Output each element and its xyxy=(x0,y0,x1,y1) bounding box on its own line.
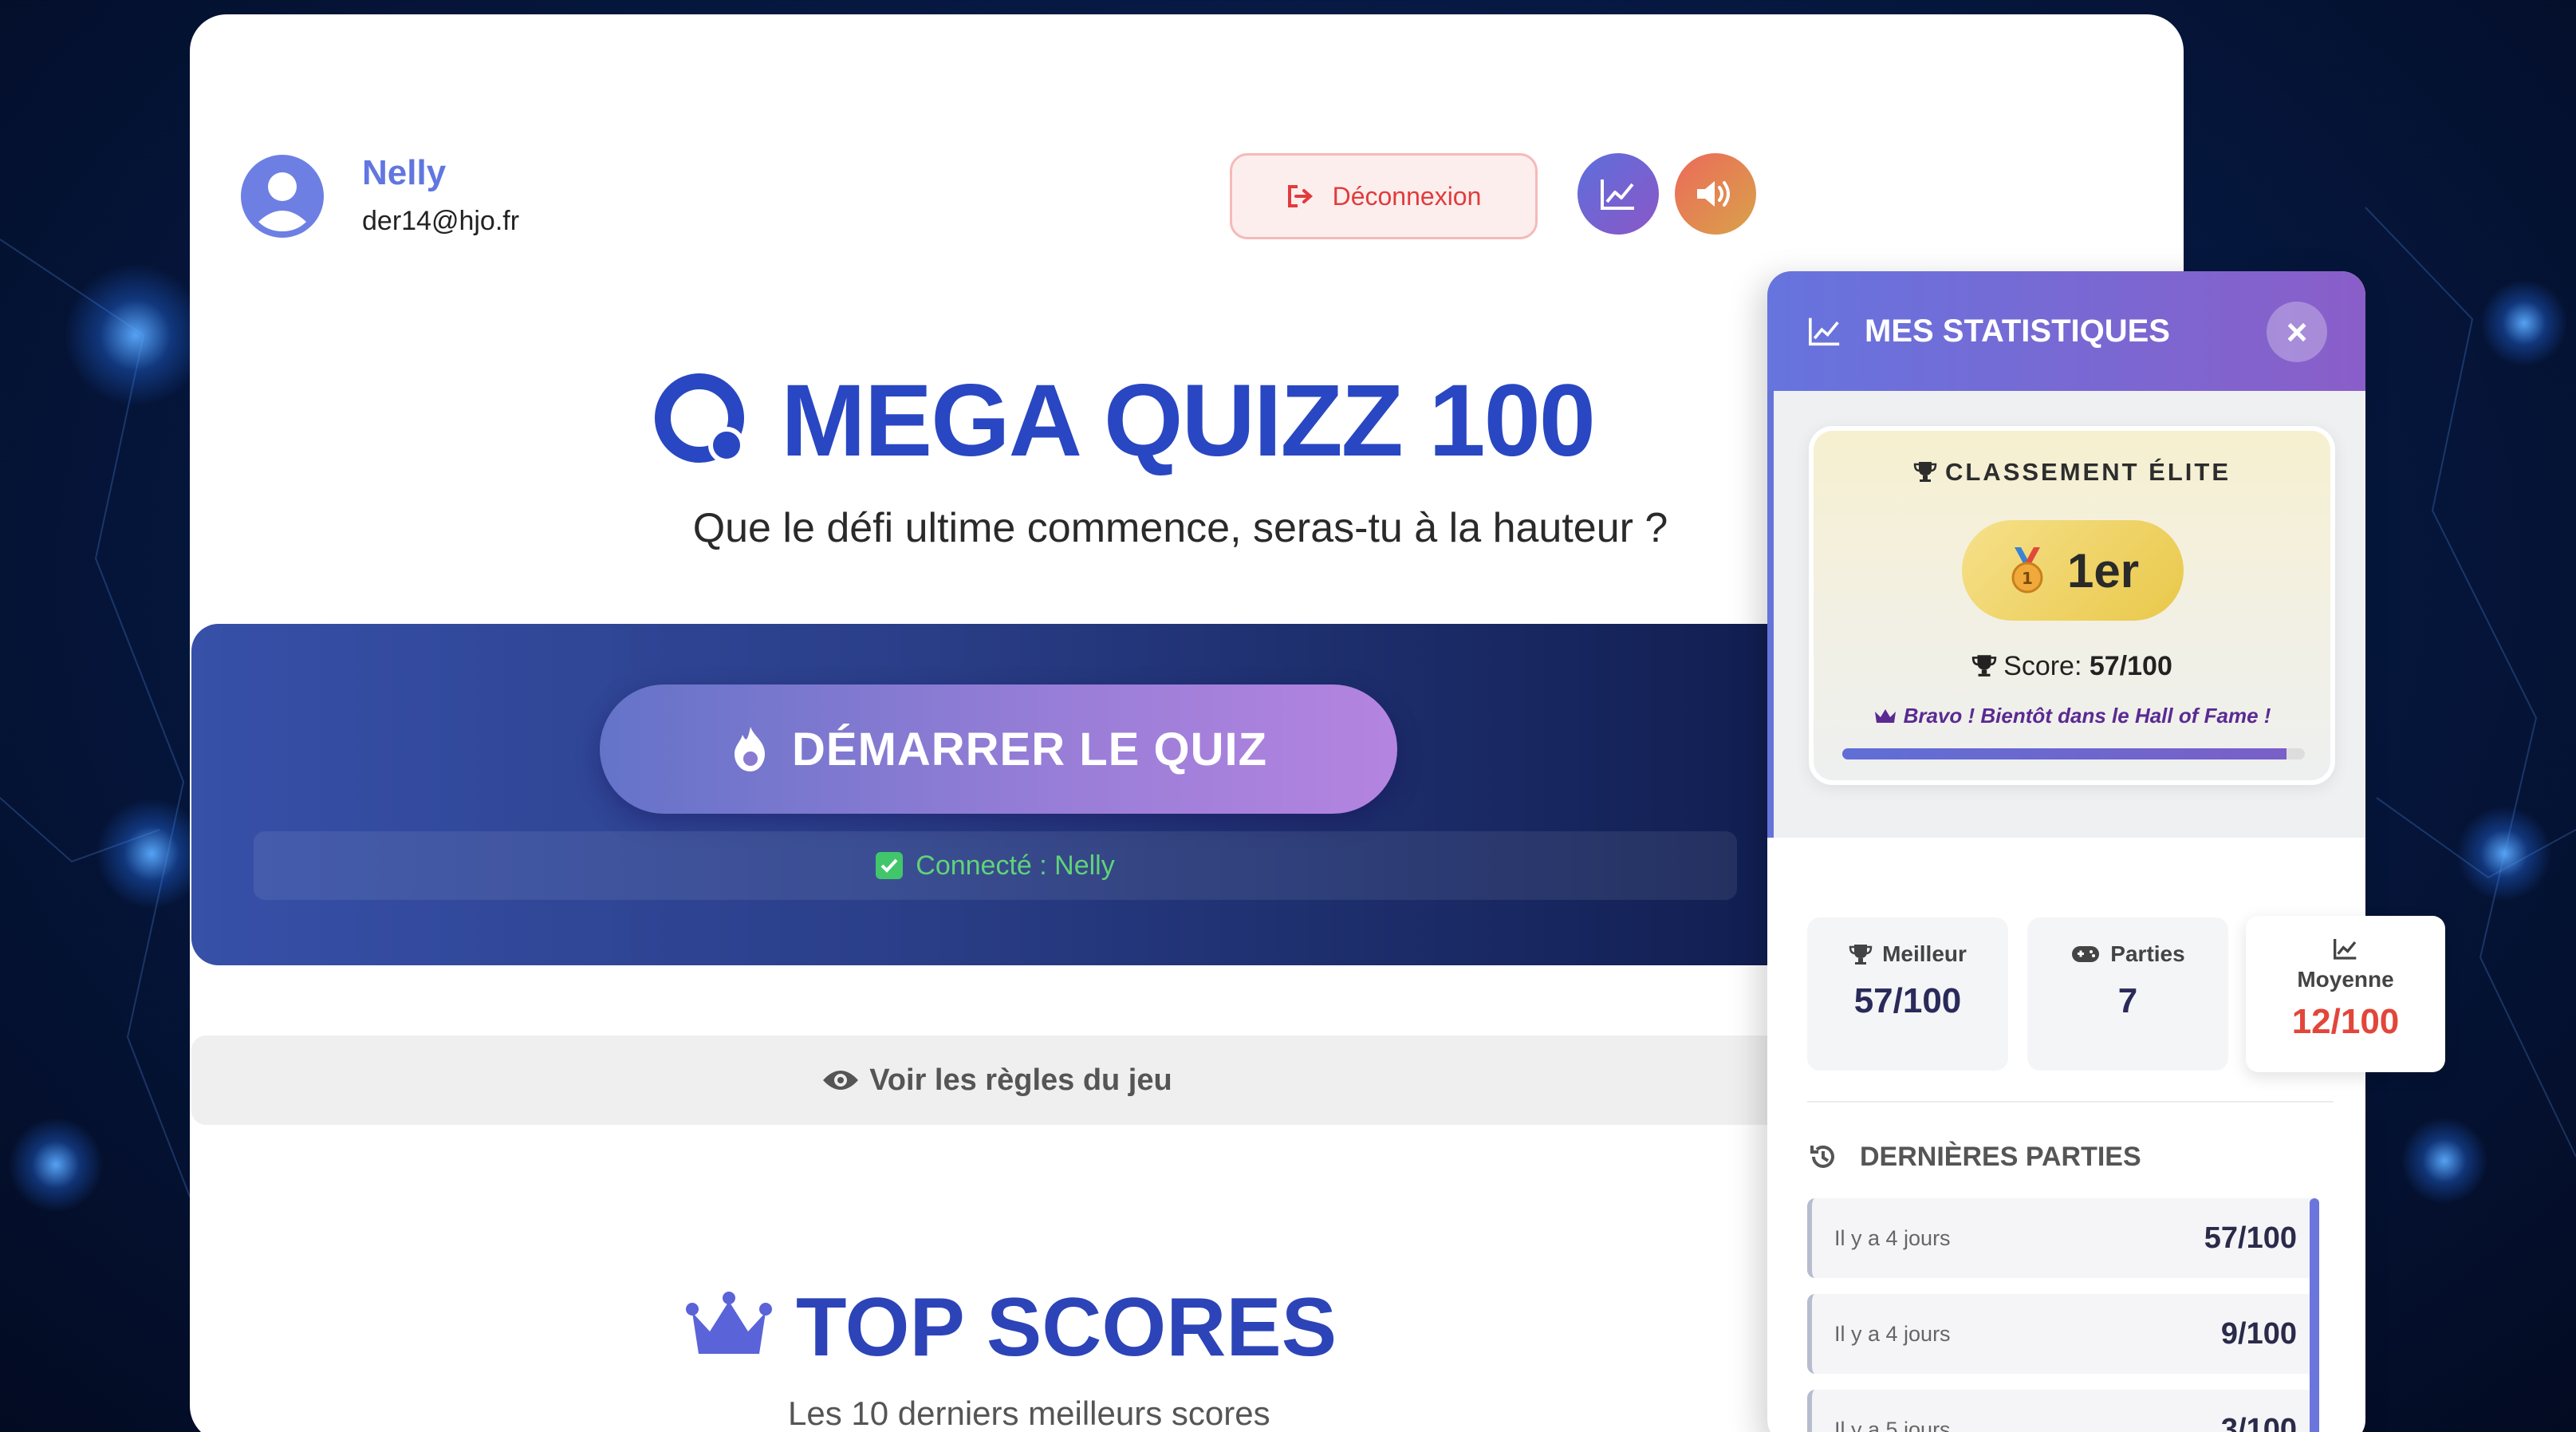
stat-best: Meilleur 57/100 xyxy=(1807,917,2008,1071)
elite-label-row: CLASSEMENT ÉLITE xyxy=(1814,458,2330,487)
rank-value: 1er xyxy=(2066,543,2140,598)
elite-score-prefix: Score: xyxy=(2003,651,2082,681)
stat-best-label-row: Meilleur xyxy=(1807,941,2008,967)
stats-panel: MES STATISTIQUES × CLASSEMENT ÉLITE 1 1e… xyxy=(1767,271,2445,1432)
trophy-icon xyxy=(1849,945,1873,965)
stat-games-label-row: Parties xyxy=(2027,941,2228,967)
page-subtitle: Que le défi ultime commence, seras-tu à … xyxy=(692,505,1668,551)
stat-games-value: 7 xyxy=(2117,981,2138,1020)
stat-average-label-row: Moyenne xyxy=(2246,937,2445,992)
recent-game-date: Il y a 4 jours xyxy=(1834,1225,1951,1250)
recent-game-score: 3/100 xyxy=(2220,1412,2297,1432)
rules-label: Voir les règles du jeu xyxy=(869,1063,1172,1097)
crown-icon xyxy=(686,1292,772,1354)
list-item: Il y a 5 jours 3/100 xyxy=(1807,1390,2318,1432)
logout-button[interactable]: Déconnexion xyxy=(1230,153,1538,239)
logout-label: Déconnexion xyxy=(1332,181,1482,211)
elite-card: CLASSEMENT ÉLITE 1 1er Score: 57/100 Bra… xyxy=(1809,426,2335,785)
chart-line-icon xyxy=(1601,179,1634,210)
recent-games-title: DERNIÈRES PARTIES xyxy=(1860,1141,2141,1172)
eye-icon xyxy=(823,1071,859,1090)
list-item: Il y a 4 jours 57/100 xyxy=(1807,1198,2318,1278)
stats-panel-title: MES STATISTIQUES xyxy=(1865,313,2170,349)
connection-status-text: Connecté : Nelly xyxy=(916,850,1115,881)
rank-badge: 1 1er xyxy=(1962,520,2184,621)
trophy-icon xyxy=(1913,462,1937,482)
history-icon xyxy=(1810,1145,1834,1168)
elite-score: Score: 57/100 xyxy=(1814,651,2330,682)
crown-icon xyxy=(1874,709,1896,723)
logout-icon xyxy=(1287,185,1313,207)
elite-score-value: 57/100 xyxy=(2089,651,2172,681)
top-scores-title: TOP SCORES xyxy=(796,1280,1337,1374)
stats-panel-header: MES STATISTIQUES × xyxy=(1767,271,2365,391)
user-avatar-icon xyxy=(241,155,324,238)
recent-game-date: Il y a 5 jours xyxy=(1834,1417,1951,1432)
recent-game-date: Il y a 4 jours xyxy=(1834,1321,1951,1346)
connection-status: Connecté : Nelly xyxy=(254,831,1737,900)
recent-game-score: 9/100 xyxy=(2220,1316,2297,1351)
page-title: MEGA QUIZZ 100 xyxy=(781,363,1596,478)
hero-title-row: MEGA QUIZZ 100 xyxy=(558,361,1691,480)
elite-label: CLASSEMENT ÉLITE xyxy=(1944,458,2231,486)
fire-icon xyxy=(735,727,765,771)
trophy-icon xyxy=(1971,655,1997,677)
list-item: Il y a 4 jours 9/100 xyxy=(1807,1294,2318,1374)
svg-text:1: 1 xyxy=(2022,569,2033,588)
quiz-logo-icon xyxy=(655,373,746,464)
stat-best-label: Meilleur xyxy=(1882,941,1967,966)
start-quiz-label: DÉMARRER LE QUIZ xyxy=(792,723,1267,775)
top-scores-header: TOP SCORES xyxy=(686,1272,1723,1383)
rules-button[interactable]: Voir les règles du jeu xyxy=(191,1036,1802,1125)
elite-message: Bravo ! Bientôt dans le Hall of Fame ! xyxy=(1903,704,2271,728)
start-quiz-button[interactable]: DÉMARRER LE QUIZ xyxy=(600,684,1397,814)
elite-progress-fill xyxy=(1842,748,2286,759)
close-button[interactable]: × xyxy=(2267,302,2327,362)
recent-game-score: 57/100 xyxy=(2204,1221,2297,1255)
stat-average-value: 12/100 xyxy=(2291,1002,2400,1041)
user-name: Nelly xyxy=(362,153,447,192)
check-icon xyxy=(876,852,904,879)
stat-games-label: Parties xyxy=(2110,941,2185,966)
sound-toggle-button[interactable] xyxy=(1675,153,1756,235)
user-email: der14@hjo.fr xyxy=(362,206,520,236)
close-icon: × xyxy=(2286,311,2308,353)
stat-games: Parties 7 xyxy=(2027,917,2228,1071)
chart-line-icon xyxy=(1809,318,1840,346)
stat-best-value: 57/100 xyxy=(1853,981,1962,1020)
elite-progress-bar xyxy=(1842,748,2305,759)
gamepad-icon xyxy=(2072,946,2100,962)
divider xyxy=(1807,1101,2334,1103)
volume-icon xyxy=(1697,181,1730,207)
elite-message-row: Bravo ! Bientôt dans le Hall of Fame ! xyxy=(1814,704,2330,728)
stat-average: Moyenne 12/100 xyxy=(2246,916,2445,1072)
recent-games-header: DERNIÈRES PARTIES xyxy=(1807,1141,2141,1173)
chart-line-icon xyxy=(2334,939,2357,960)
medal-icon: 1 xyxy=(2011,547,2043,594)
top-scores-subtitle: Les 10 derniers meilleurs scores xyxy=(788,1395,1270,1432)
stat-average-label: Moyenne xyxy=(2297,967,2394,992)
recent-games-scrollbar[interactable] xyxy=(2310,1198,2319,1432)
stats-toggle-button[interactable] xyxy=(1578,153,1659,235)
